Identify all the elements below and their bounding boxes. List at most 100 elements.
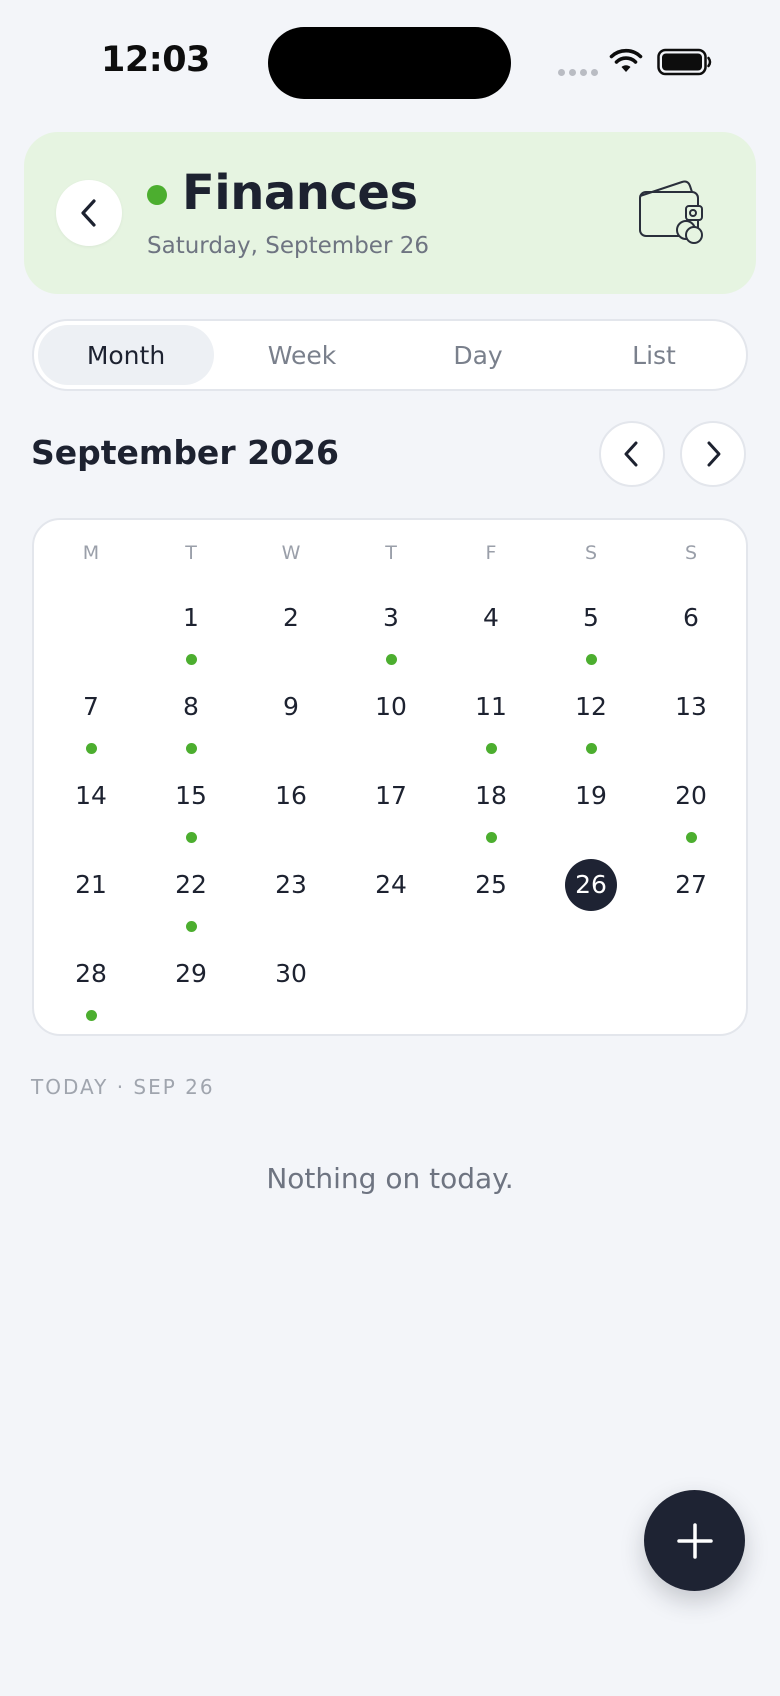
calendar-day[interactable]: 11 [441,681,541,770]
day-number: 15 [175,781,207,810]
calendar-day[interactable]: 20 [641,770,741,859]
day-number: 22 [175,870,207,899]
day-number: 25 [475,870,507,899]
next-month-button[interactable] [680,421,746,487]
day-number: 17 [375,781,407,810]
today-section-label: TODAY · SEP 26 [31,1075,215,1099]
tab-week[interactable]: Week [214,325,390,385]
day-number: 14 [75,781,107,810]
day-number: 23 [275,870,307,899]
calendar-day[interactable]: 4 [441,592,541,681]
event-dot [185,921,197,932]
event-dot [185,743,197,754]
calendar-day[interactable]: 28 [41,948,141,1037]
calendar-day[interactable]: 2 [241,592,341,681]
calendar-day[interactable]: 5 [541,592,641,681]
event-dot [585,654,597,665]
empty-state-message: Nothing on today. [266,1162,514,1195]
day-number: 28 [75,959,107,988]
tab-list[interactable]: List [566,325,742,385]
event-dot [185,654,197,665]
calendar-day[interactable]: 30 [241,948,341,1037]
status-time: 12:03 [101,40,210,80]
event-dot [85,743,97,754]
weekday-label: W [281,542,301,564]
day-number: 24 [375,870,407,899]
previous-month-button[interactable] [599,421,665,487]
calendar-day[interactable]: 10 [341,681,441,770]
event-dot [485,832,497,843]
page-title: Finances [182,165,418,221]
calendar-grid: M T W T F S S 1 2 3 4 5 6 7 8 9 10 11 12 13 14 15 16 17 1… [32,518,748,1036]
weekday-label: S [684,542,698,564]
weekday-label: S [584,542,598,564]
day-number: 10 [375,692,407,721]
calendar-day[interactable]: 24 [341,859,441,948]
calendar-day[interactable]: 21 [41,859,141,948]
calendar-days: 1 2 3 4 5 6 7 8 9 10 11 12 13 14 15 16 17 18 19 20 21 22 23 24 2… [41,592,741,1037]
page-subtitle: Saturday, September 26 [147,233,429,259]
dynamic-island [268,27,511,99]
calendar-day[interactable]: 22 [141,859,241,948]
day-number: 19 [575,781,607,810]
event-dot [685,832,697,843]
calendar-day[interactable]: 6 [641,592,741,681]
day-number: 26 [565,859,617,911]
day-number: 27 [675,870,707,899]
calendar-day[interactable]: 16 [241,770,341,859]
plus-icon [676,1522,713,1559]
calendar-day-today[interactable]: 26 [541,859,641,948]
day-number: 20 [675,781,707,810]
status-bar: 12:03 [0,0,780,120]
weekday-label: F [485,542,497,564]
day-number: 29 [175,959,207,988]
day-number: 21 [75,870,107,899]
view-switcher: Month Week Day List [32,319,748,391]
day-number: 16 [275,781,307,810]
tab-day[interactable]: Day [390,325,566,385]
calendar-day[interactable]: 3 [341,592,441,681]
back-button[interactable] [56,180,122,246]
calendar-day[interactable]: 7 [41,681,141,770]
signal-dots-icon [558,69,598,76]
calendar-day[interactable]: 29 [141,948,241,1037]
calendar-day[interactable]: 23 [241,859,341,948]
calendar-day[interactable]: 14 [41,770,141,859]
calendar-day[interactable]: 1 [141,592,241,681]
calendar-day[interactable]: 18 [441,770,541,859]
calendar-day[interactable]: 17 [341,770,441,859]
month-title: September 2026 [31,433,339,472]
tab-month[interactable]: Month [38,325,214,385]
day-number: 1 [183,603,199,632]
event-dot [185,832,197,843]
day-number: 18 [475,781,507,810]
calendar-day[interactable]: 27 [641,859,741,948]
day-number: 8 [183,692,199,721]
weekday-label: T [185,542,197,564]
calendar-day[interactable]: 8 [141,681,241,770]
calendar-day[interactable]: 25 [441,859,541,948]
day-number: 5 [583,603,599,632]
day-number: 3 [383,603,399,632]
chevron-left-icon [81,199,96,227]
event-dot [385,654,397,665]
chevron-right-icon [707,441,721,467]
day-number: 30 [275,959,307,988]
day-number: 2 [283,603,299,632]
weekday-label: T [385,542,397,564]
calendar-day[interactable]: 19 [541,770,641,859]
day-number: 12 [575,692,607,721]
calendar-empty-cell [41,592,141,681]
calendar-day[interactable]: 9 [241,681,341,770]
add-event-button[interactable] [644,1490,745,1591]
day-number: 13 [675,692,707,721]
battery-icon [657,48,712,76]
weekday-label: M [82,542,100,564]
calendar-day[interactable]: 13 [641,681,741,770]
weekday-header: M T W T F S S [34,542,746,564]
event-dot [85,1010,97,1021]
day-number: 11 [475,692,507,721]
calendar-day[interactable]: 12 [541,681,641,770]
wifi-icon [609,48,643,72]
calendar-day[interactable]: 15 [141,770,241,859]
